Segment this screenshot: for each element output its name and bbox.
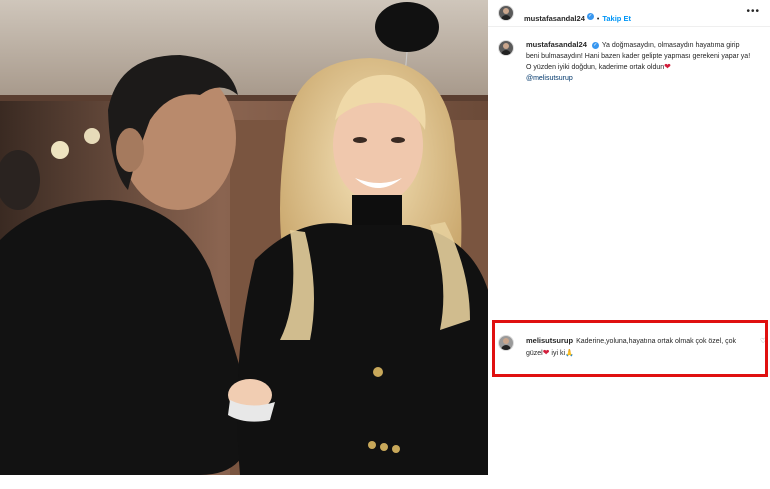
separator-dot: • xyxy=(596,16,600,23)
instagram-post-view: mustafasandal24 ✓ • Takip Et ••• mustafasan… xyxy=(0,0,770,489)
post-header-line: mustafasandal24 ✓ • Takip Et xyxy=(524,8,631,26)
post-photo-illustration xyxy=(0,0,488,475)
author-username[interactable]: mustafasandal24 xyxy=(524,14,585,23)
caption-mention-link[interactable]: @melisutsurup xyxy=(526,75,573,82)
author-avatar[interactable] xyxy=(498,5,514,21)
more-options-icon[interactable]: ••• xyxy=(746,6,760,17)
highlight-box xyxy=(492,320,768,377)
verified-badge-icon: ✓ xyxy=(586,13,594,21)
caption-text-block: mustafasandal24 ✓ Ya doğmasaydın, olmasayd… xyxy=(526,40,754,84)
balloon-decoration xyxy=(375,2,439,52)
post-sidebar: mustafasandal24 ✓ • Takip Et ••• mustafasan… xyxy=(488,0,770,489)
caption-author-username[interactable]: mustafasandal24 xyxy=(526,40,587,49)
post-header: mustafasandal24 ✓ • Takip Et ••• xyxy=(488,0,770,27)
post-photo xyxy=(0,0,488,475)
caption-verified-badge-icon: ✓ xyxy=(591,41,599,49)
follow-button[interactable]: Takip Et xyxy=(602,14,631,23)
caption-author-avatar[interactable] xyxy=(498,40,514,56)
caption-heart-emoji: ❤ xyxy=(664,62,671,71)
